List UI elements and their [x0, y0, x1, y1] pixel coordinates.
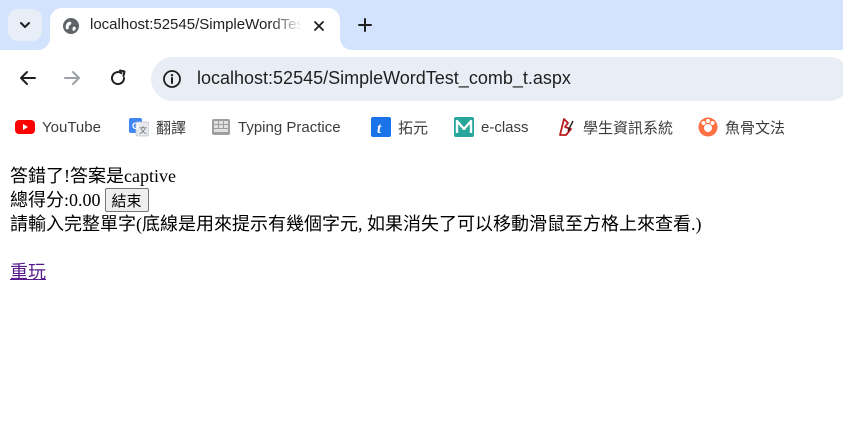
active-tab[interactable]: localhost:52545/SimpleWordTest_comb_t.as… [50, 8, 340, 50]
replay-link[interactable]: 重玩 [10, 260, 46, 284]
result-message: 答錯了!答案是captive [10, 166, 176, 186]
bookmarks-bar: YouTube G 文 翻譯 Typing Practice t 拓元 e-cl… [0, 108, 843, 146]
bookmark-eclass[interactable]: e-class [454, 116, 529, 138]
arrow-right-icon [64, 71, 80, 85]
new-tab-button[interactable] [350, 10, 380, 40]
globe-icon [63, 18, 79, 34]
tab-strip: localhost:52545/SimpleWordTest_comb_t.as… [0, 0, 843, 50]
bookmark-translate[interactable]: G 文 翻譯 [129, 116, 186, 138]
svg-text:文: 文 [139, 125, 147, 135]
forward-button[interactable] [57, 63, 87, 93]
student-system-icon [556, 117, 576, 137]
tab-title: localhost:52545/SimpleWordTest_comb_t.as… [90, 16, 302, 33]
typing-practice-icon [211, 117, 231, 137]
chevron-down-icon [20, 22, 30, 28]
bookmark-label: 學生資訊系統 [583, 119, 674, 137]
bookmark-label: e-class [481, 118, 529, 136]
bookmark-label: 魚骨文法 [725, 119, 786, 137]
address-bar[interactable]: localhost:52545/SimpleWordTest_comb_t.as… [151, 57, 843, 101]
bookmark-youtube[interactable]: YouTube [15, 116, 101, 138]
bookmark-label: YouTube [42, 118, 101, 136]
eclass-icon [454, 117, 474, 137]
bookmark-label: Typing Practice [238, 118, 341, 136]
google-translate-icon: G 文 [129, 117, 149, 137]
score-row: 總得分:0.00 結束 [10, 188, 830, 212]
youtube-icon [15, 117, 35, 137]
url-text[interactable]: localhost:52545/SimpleWordTest_comb_t.as… [197, 68, 571, 89]
bookmark-label: 拓元 [398, 119, 429, 137]
bookmark-tixcraft[interactable]: t 拓元 [371, 116, 428, 138]
tab-search-button[interactable] [8, 9, 42, 41]
bookmark-typing-practice[interactable]: Typing Practice [211, 116, 341, 138]
instruction-text: 請輸入完整單字(底線是用來提示有幾個字元, 如果消失了可以移動滑鼠至方格上來查看… [10, 214, 702, 234]
reload-button[interactable] [103, 63, 133, 93]
fishbone-icon [698, 117, 718, 137]
reload-icon [111, 69, 126, 86]
browser-toolbar: localhost:52545/SimpleWordTest_comb_t.as… [0, 50, 843, 108]
info-icon [163, 70, 181, 88]
close-icon [314, 21, 324, 31]
tixcraft-icon: t [371, 117, 391, 137]
bookmark-fishbone[interactable]: 魚骨文法 [698, 116, 785, 138]
site-info-button[interactable] [161, 68, 183, 90]
page-content: 答錯了!答案是captive 總得分:0.00 結束 請輸入完整單字(底線是用來提… [10, 164, 830, 284]
plus-icon [358, 18, 372, 32]
bookmark-student-system[interactable]: 學生資訊系統 [556, 116, 673, 138]
svg-text:G: G [132, 121, 139, 131]
arrow-left-icon [20, 71, 36, 85]
back-button[interactable] [13, 63, 43, 93]
score-label: 總得分:0.00 [10, 190, 101, 210]
bookmark-label: 翻譯 [156, 119, 187, 137]
close-tab-button[interactable] [308, 15, 330, 37]
end-button[interactable]: 結束 [104, 188, 149, 212]
